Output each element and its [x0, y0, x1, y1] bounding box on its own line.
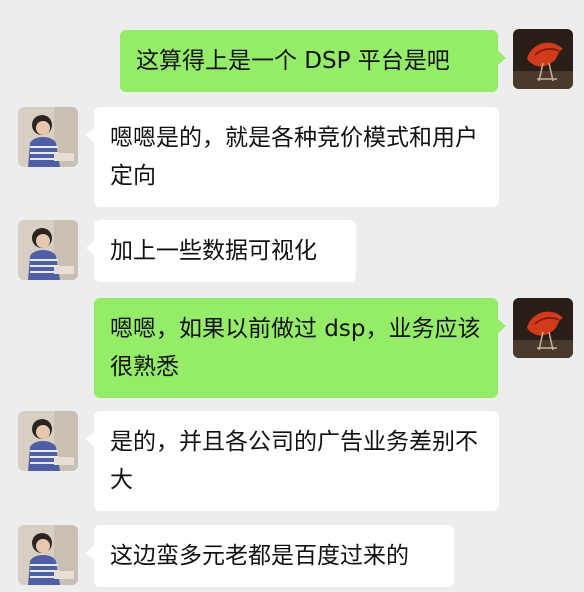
red-leaf-avatar-icon[interactable] [513, 298, 573, 358]
message-bubble-incoming[interactable]: 是的，并且各公司的广告业务差别不大 [86, 411, 499, 511]
message-bubble-incoming[interactable]: 嗯嗯是的，就是各种竞价模式和用户定向 [86, 107, 499, 207]
child-avatar-icon[interactable] [18, 411, 78, 471]
red-leaf-avatar-icon[interactable] [513, 29, 573, 89]
child-avatar-icon[interactable] [18, 107, 78, 167]
message-text: 嗯嗯，如果以前做过 dsp，业务应该很熟悉 [110, 316, 481, 380]
message-text: 是的，并且各公司的广告业务差别不大 [110, 429, 478, 493]
message-text: 这边蛮多元老都是百度过来的 [110, 543, 409, 569]
chat-thread: 这算得上是一个 DSP 平台是吧 嗯嗯是的，就是各种竞价模式和用户定向 加上一些… [0, 0, 584, 592]
message-bubble-incoming[interactable]: 这边蛮多元老都是百度过来的 [86, 525, 454, 587]
message-text: 加上一些数据可视化 [110, 238, 317, 264]
message-bubble-outgoing[interactable]: 嗯嗯，如果以前做过 dsp，业务应该很熟悉 [94, 298, 506, 398]
message-bubble-incoming[interactable]: 加上一些数据可视化 [86, 220, 356, 282]
message-bubble-outgoing[interactable]: 这算得上是一个 DSP 平台是吧 [120, 30, 506, 92]
child-avatar-icon[interactable] [18, 525, 78, 585]
message-text: 嗯嗯是的，就是各种竞价模式和用户定向 [110, 125, 478, 189]
message-text: 这算得上是一个 DSP 平台是吧 [136, 48, 450, 74]
child-avatar-icon[interactable] [18, 220, 78, 280]
